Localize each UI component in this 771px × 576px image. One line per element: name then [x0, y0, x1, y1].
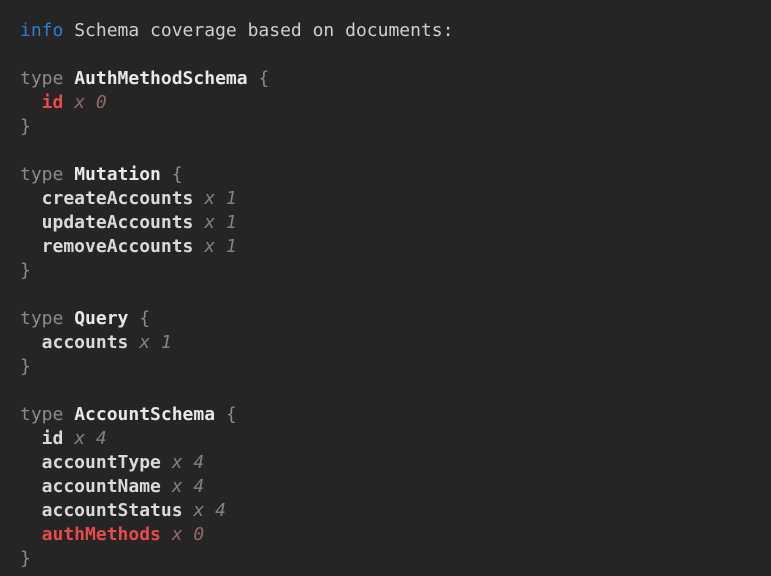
info-label: info — [20, 19, 63, 43]
type-keyword: type — [20, 163, 63, 187]
type-block-authmethodschema: type AuthMethodSchema { id x 0 } — [20, 67, 763, 139]
field-line: removeAccounts x 1 — [20, 235, 763, 259]
close-brace: } — [20, 547, 31, 571]
close-brace-line: } — [20, 259, 763, 283]
close-brace-line: } — [20, 355, 763, 379]
field-line: accountType x 4 — [20, 451, 763, 475]
field-name: accounts — [42, 331, 129, 355]
field-name: createAccounts — [42, 187, 194, 211]
type-name: Mutation — [74, 163, 161, 187]
field-line: createAccounts x 1 — [20, 187, 763, 211]
field-name: authMethods — [42, 523, 161, 547]
field-name: id — [42, 427, 64, 451]
field-name: id — [42, 91, 64, 115]
type-block-mutation: type Mutation { createAccounts x 1 updateAc… — [20, 163, 763, 283]
open-brace: { — [172, 163, 183, 187]
type-declaration-line: type AuthMethodSchema { — [20, 67, 763, 91]
type-name: Query — [74, 307, 128, 331]
field-name: accountStatus — [42, 499, 183, 523]
field-line: id x 0 — [20, 91, 763, 115]
field-count: x 1 — [204, 235, 237, 259]
type-declaration-line: type AccountSchema { — [20, 403, 763, 427]
type-name: AuthMethodSchema — [74, 67, 247, 91]
field-name: updateAccounts — [42, 211, 194, 235]
type-declaration-line: type Query { — [20, 307, 763, 331]
type-keyword: type — [20, 307, 63, 331]
field-count: x 0 — [172, 523, 205, 547]
type-block-accountschema: typeAccountSchema{ idx 4 accountTypex 4 … — [20, 403, 763, 571]
field-line: id x 4 — [20, 427, 763, 451]
open-brace: { — [226, 403, 237, 427]
type-keyword: type — [20, 67, 63, 91]
info-line: info Schema coverage based on documents: — [20, 19, 763, 43]
close-brace-line: } — [20, 547, 763, 571]
type-block-query: type Query { accounts x 1 } — [20, 307, 763, 379]
field-line: updateAccounts x 1 — [20, 211, 763, 235]
open-brace: { — [139, 307, 150, 331]
field-count: x 1 — [204, 187, 237, 211]
field-count: x 4 — [172, 451, 205, 475]
field-count: x 1 — [139, 331, 172, 355]
field-name: removeAccounts — [42, 235, 194, 259]
field-name: accountName — [42, 475, 161, 499]
field-count: x 1 — [204, 211, 237, 235]
field-line: accountStatus x 4 — [20, 499, 763, 523]
field-count: x 0 — [74, 91, 107, 115]
field-line: accounts x 1 — [20, 331, 763, 355]
close-brace-line: } — [20, 115, 763, 139]
field-count: x 4 — [193, 499, 226, 523]
field-line: authMethods x 0 — [20, 523, 763, 547]
coverage-message: Schema coverage based on documents: — [74, 19, 453, 43]
close-brace: } — [20, 115, 31, 139]
type-name: AccountSchema — [74, 403, 215, 427]
field-name: accountType — [42, 451, 161, 475]
close-brace: } — [20, 355, 31, 379]
field-line: accountName x 4 — [20, 475, 763, 499]
open-brace: { — [258, 67, 269, 91]
close-brace: } — [20, 259, 31, 283]
type-keyword: type — [20, 403, 63, 427]
type-declaration-line: type Mutation { — [20, 163, 763, 187]
terminal-output: infoSchema coverage based on documents: … — [0, 0, 771, 576]
field-count: x 4 — [74, 427, 107, 451]
field-count: x 4 — [172, 475, 205, 499]
